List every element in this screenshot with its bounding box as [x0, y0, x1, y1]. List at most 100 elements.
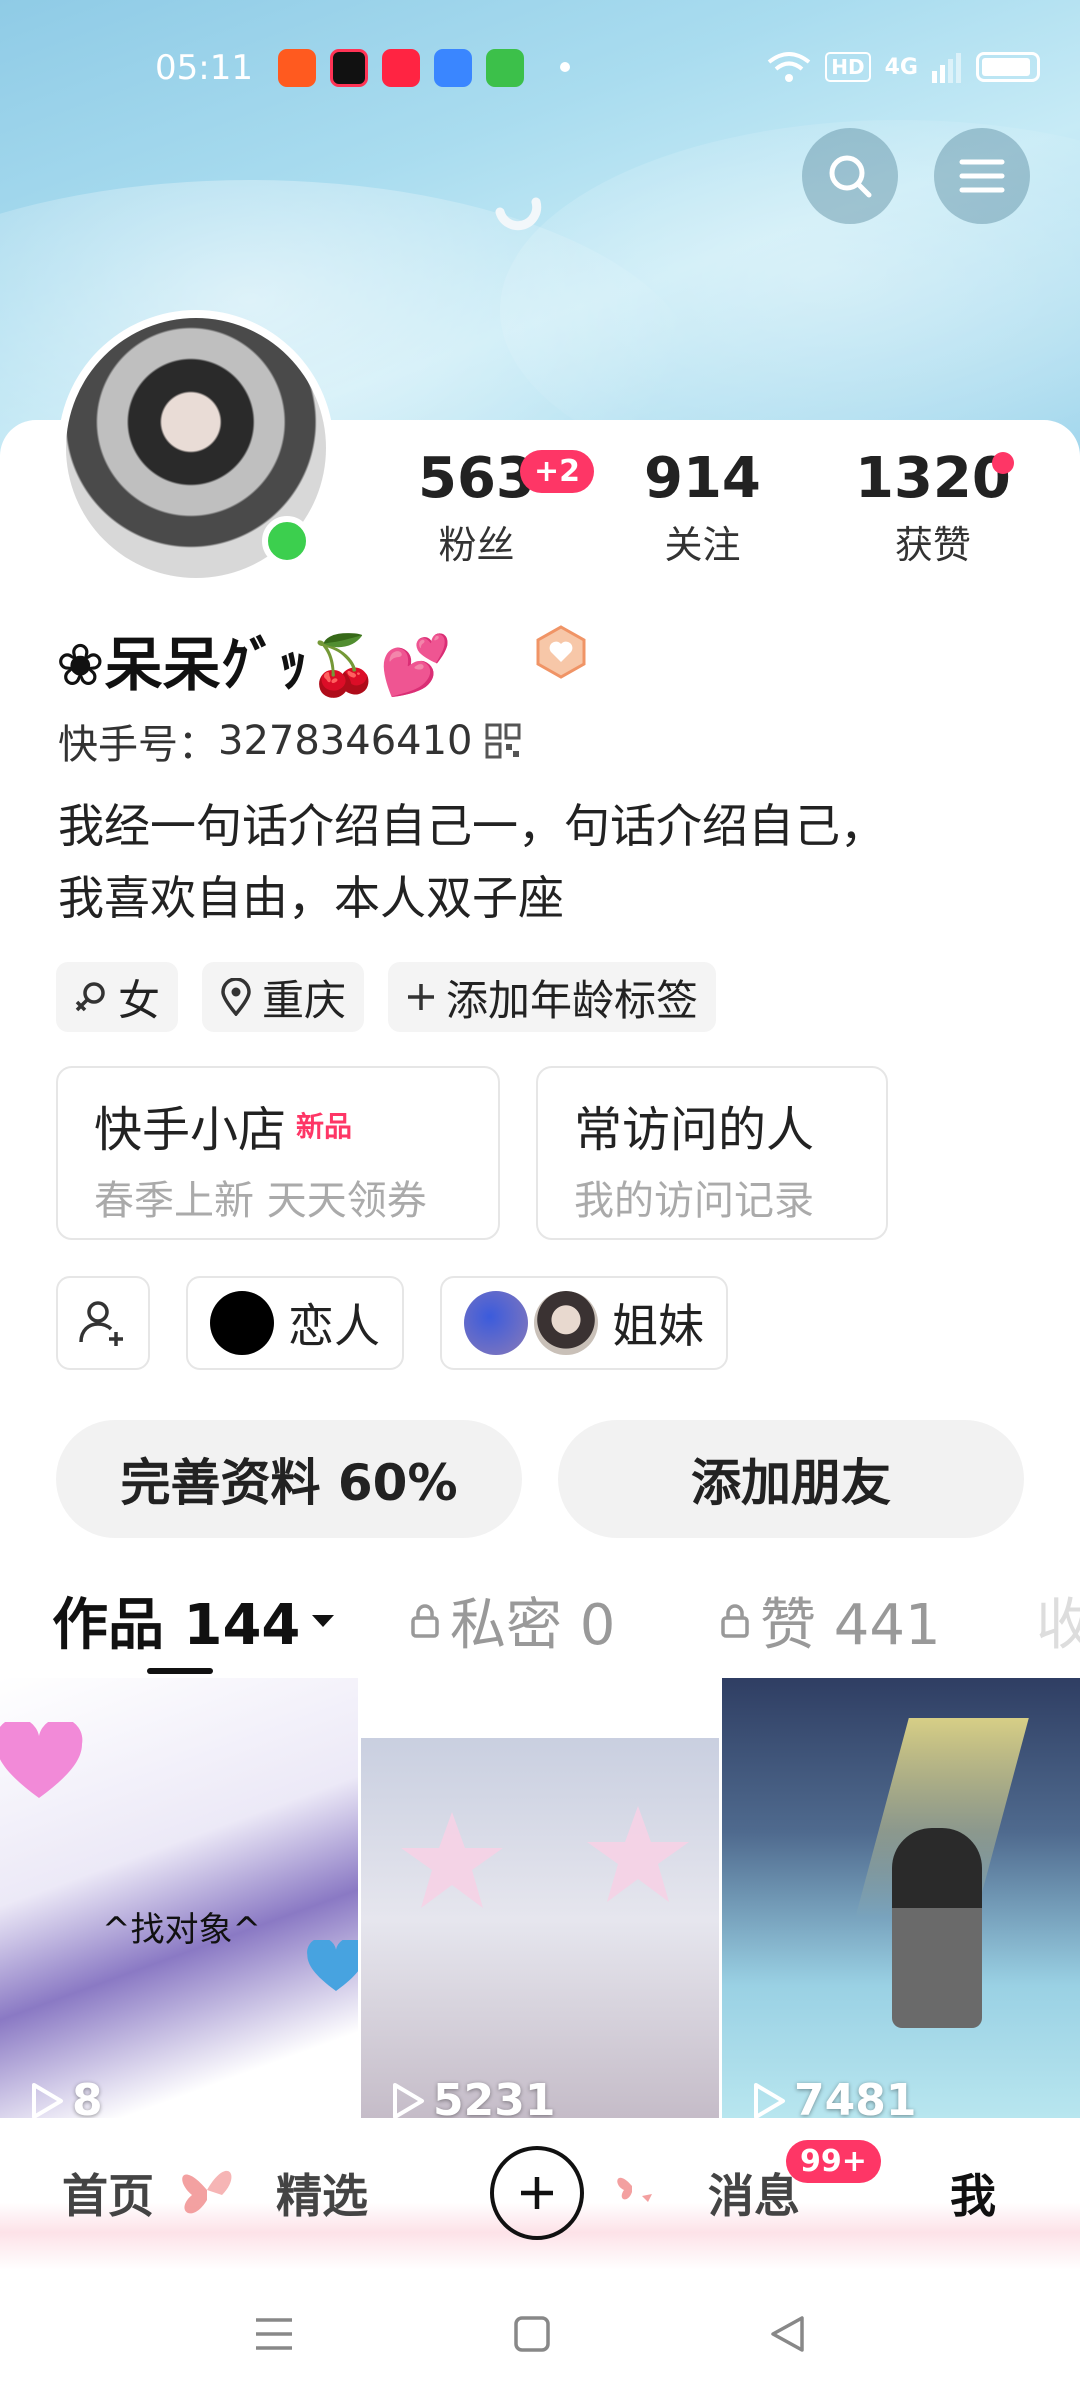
- relationships-row: 恋人 姐妹: [56, 1276, 728, 1370]
- following-label: 关注: [664, 522, 741, 567]
- create-button[interactable]: [490, 2146, 584, 2240]
- level-badge-icon[interactable]: [533, 624, 589, 680]
- heart-sticker-icon: [307, 1940, 358, 1991]
- battery-icon: [976, 52, 1040, 82]
- likes-label: 获赞: [894, 522, 971, 567]
- signal-bars-icon: [932, 53, 961, 83]
- nav-me[interactable]: 我: [950, 2160, 996, 2226]
- play-count: 8: [30, 2075, 103, 2118]
- back-icon[interactable]: [768, 2314, 808, 2354]
- nickname: ❀呆呆ｸﾞｯ🍒💕: [56, 631, 453, 699]
- play-icon: [393, 2082, 424, 2118]
- wifi-icon: [768, 52, 811, 82]
- sisters-label: 姐妹: [612, 1299, 704, 1353]
- status-bar: 05:11 HD 4G: [0, 44, 1080, 94]
- lock-icon: [411, 1603, 439, 1638]
- tab-works-label: 作品 144: [52, 1593, 301, 1658]
- qrcode-icon[interactable]: [485, 723, 521, 759]
- tab-private-label: 私密 0: [450, 1593, 616, 1658]
- video-tile[interactable]: ^找对象^ 8: [0, 1678, 358, 2118]
- add-friend-button[interactable]: 添加朋友: [558, 1420, 1024, 1538]
- xiaohongshu-app-icon: [382, 49, 420, 87]
- complete-profile-button[interactable]: 完善资料 60%: [56, 1420, 522, 1538]
- location-pin-icon: [221, 978, 251, 1016]
- menu-button[interactable]: [934, 128, 1030, 224]
- star-sticker-icon: [587, 1806, 689, 1902]
- profile-actions: 完善资料 60% 添加朋友: [56, 1420, 1024, 1538]
- followers-label: 粉丝: [438, 522, 515, 567]
- kuaishou-id-row[interactable]: 快手号： 3278346410: [58, 712, 521, 770]
- tab-works[interactable]: 作品 144: [52, 1580, 336, 1661]
- home-icon[interactable]: [512, 2314, 552, 2354]
- sisters-relationship[interactable]: 姐妹: [440, 1276, 728, 1370]
- menu-icon: [959, 159, 1005, 193]
- likes-notification-dot: [992, 452, 1014, 474]
- likes-count: 1320: [855, 446, 1011, 511]
- kuaishou-id: 3278346410: [218, 718, 473, 764]
- new-items-badge: 新品: [296, 1110, 353, 1143]
- location-tag[interactable]: 重庆: [202, 962, 365, 1032]
- play-count-value: 7481: [794, 2075, 917, 2118]
- character-figure: [892, 1828, 982, 2028]
- tab-likes-label: 赞 441: [760, 1593, 941, 1658]
- hd-icon: HD: [825, 52, 871, 82]
- search-button[interactable]: [802, 128, 898, 224]
- active-tab-indicator: [147, 1668, 213, 1674]
- location-label: 重庆: [262, 975, 347, 1025]
- search-icon: [829, 155, 872, 198]
- play-count: 5231: [391, 2075, 555, 2118]
- gender-label: 女: [118, 975, 161, 1025]
- visitors-title: 常访问的人: [574, 1102, 815, 1158]
- video-app-icon: [330, 49, 368, 87]
- shopping-app-icon: [486, 49, 524, 87]
- kuaishou-id-label: 快手号：: [58, 722, 218, 768]
- visitors-subtitle: 我的访问记录: [574, 1178, 814, 1224]
- content-tabs: 作品 144 私密 0 赞 441 收: [0, 1580, 1080, 1680]
- signal-4g-icon: 4G: [884, 54, 918, 80]
- more-notifications-icon: [560, 62, 570, 72]
- bottom-navigation: 首页 精选 消息 99+ 我: [0, 2120, 1080, 2270]
- new-followers-badge: +2: [520, 450, 595, 493]
- tab-collection-label: 收: [1036, 1593, 1080, 1658]
- sister-avatar-2: [534, 1291, 598, 1355]
- browser-app-icon: [434, 49, 472, 87]
- recent-apps-icon[interactable]: [252, 2314, 296, 2354]
- stat-followers[interactable]: 563 粉丝: [418, 448, 535, 569]
- female-icon: [75, 982, 105, 1012]
- following-count: 914: [644, 446, 761, 511]
- nav-home[interactable]: 首页: [62, 2160, 154, 2226]
- kuaishou-shop-card[interactable]: 快手小店 新品 春季上新 天天领券: [56, 1066, 500, 1240]
- feature-boxes: 快手小店 新品 春季上新 天天领券 常访问的人 我的访问记录: [56, 1066, 888, 1240]
- bio-line-1: 我经一句话介绍自己一，句话介绍自己，: [58, 799, 886, 853]
- gender-tag[interactable]: 女: [56, 962, 179, 1032]
- add-age-tag[interactable]: 添加年龄标签: [388, 962, 717, 1032]
- add-relationship-button[interactable]: [56, 1276, 150, 1370]
- refresh-spinner-icon: [495, 197, 542, 231]
- tab-likes[interactable]: 赞 441: [720, 1580, 941, 1661]
- bio-line-2: 我喜欢自由，本人双子座: [58, 871, 564, 925]
- lover-relationship[interactable]: 恋人: [186, 1276, 404, 1370]
- play-icon: [754, 2082, 785, 2118]
- caret-down-icon: [312, 1614, 335, 1627]
- tab-private[interactable]: 私密 0: [410, 1580, 615, 1661]
- tab-collection[interactable]: 收: [1036, 1580, 1080, 1661]
- play-count-value: 8: [72, 2075, 103, 2118]
- shop-title: 快手小店: [94, 1102, 287, 1158]
- video-grid: ^找对象^ 8 5231 7481: [0, 1678, 1080, 2118]
- system-navigation-bar: [0, 2270, 1080, 2400]
- video-tile[interactable]: 7481: [722, 1678, 1080, 2118]
- status-time: 05:11: [155, 48, 253, 88]
- followers-count: 563: [418, 446, 535, 511]
- add-age-label: 添加年龄标签: [446, 975, 699, 1025]
- bio: 我经一句话介绍自己一，句话介绍自己， 我喜欢自由，本人双子座: [58, 790, 1038, 934]
- video-tile[interactable]: 5231: [361, 1678, 719, 2118]
- lover-avatar: [210, 1291, 274, 1355]
- stat-following[interactable]: 914 关注: [644, 448, 761, 569]
- lover-label: 恋人: [288, 1299, 380, 1353]
- sister-avatar-1: [464, 1291, 528, 1355]
- play-count-value: 5231: [433, 2075, 556, 2118]
- nav-messages[interactable]: 消息: [708, 2160, 800, 2226]
- stat-likes[interactable]: 1320 获赞: [855, 448, 1011, 569]
- nav-featured[interactable]: 精选: [276, 2160, 368, 2226]
- frequent-visitors-card[interactable]: 常访问的人 我的访问记录: [536, 1066, 888, 1240]
